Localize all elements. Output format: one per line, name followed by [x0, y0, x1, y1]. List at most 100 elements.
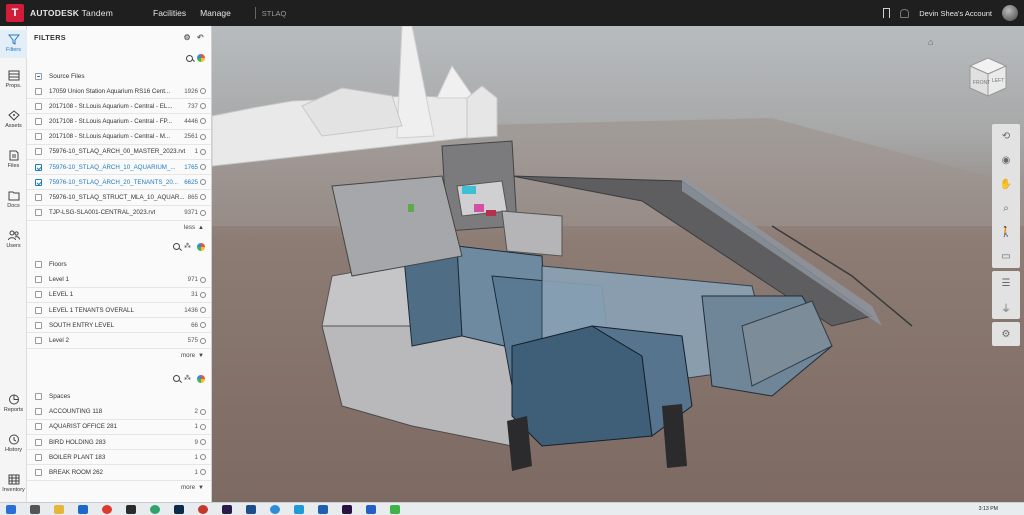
facility-name[interactable]: STLAQ	[262, 9, 287, 18]
item-checkbox[interactable]	[35, 276, 42, 284]
viewcube[interactable]: FRONT LEFT	[964, 54, 1012, 100]
floors-more-toggle[interactable]: more ▼	[27, 349, 211, 363]
rail-docs[interactable]: Docs	[0, 190, 27, 209]
nav-facilities[interactable]: Facilities	[153, 8, 186, 18]
level-icon[interactable]: ⏚	[993, 295, 1019, 319]
item-checkbox[interactable]	[35, 438, 42, 446]
rail-history[interactable]: History	[0, 434, 27, 453]
item-checkbox[interactable]	[35, 102, 42, 110]
visibility-toggle-icon[interactable]	[200, 322, 206, 329]
item-checkbox[interactable]	[35, 133, 42, 141]
bookmark-icon[interactable]	[883, 8, 891, 18]
floors-header[interactable]: Floors	[27, 257, 211, 273]
rail-props[interactable]: Props.	[0, 70, 27, 89]
model-viewport[interactable]: ⌂ FRONT LEFT ⟲ ◉ ✋ ⌕ 🚶 ▭ ☰ ⏚ ⚙	[212, 26, 1024, 502]
rail-inventory[interactable]: Inventory	[0, 474, 27, 493]
list-item[interactable]: 75976-10_STLAQ_ARCH_00_MASTER_2023.rvt 1	[27, 145, 211, 160]
list-item[interactable]: 75976-10_STLAQ_ARCH_10_AQUARIUM_... 1765	[27, 160, 211, 176]
visibility-toggle-icon[interactable]	[200, 439, 206, 446]
visibility-toggle-icon[interactable]	[200, 148, 206, 155]
visibility-toggle-icon[interactable]	[200, 408, 206, 415]
visibility-toggle-icon[interactable]	[200, 291, 206, 298]
item-checkbox[interactable]	[35, 468, 42, 476]
source-files-checkbox[interactable]	[35, 72, 42, 80]
look-icon[interactable]: ◉	[993, 148, 1019, 172]
item-checkbox[interactable]	[35, 306, 42, 314]
app-icon[interactable]	[150, 504, 160, 514]
visibility-toggle-icon[interactable]	[200, 469, 206, 476]
rail-assets[interactable]: Assets	[0, 110, 27, 129]
list-item[interactable]: LEVEL 1 31	[27, 288, 211, 304]
building-model[interactable]	[212, 26, 1024, 502]
item-checkbox[interactable]	[35, 209, 42, 217]
list-item[interactable]: 17059 Union Station Aquarium RS16 Cent..…	[27, 84, 211, 100]
outlook-icon[interactable]	[78, 504, 88, 514]
system-clock[interactable]: 3:13 PM	[979, 506, 998, 512]
tandem-logo[interactable]: T	[6, 4, 24, 22]
visibility-toggle-icon[interactable]	[200, 103, 206, 110]
source-files-less-toggle[interactable]: less ▲	[27, 221, 211, 235]
item-checkbox[interactable]	[35, 337, 42, 345]
list-item[interactable]: 75976-10_STLAQ_STRUCT_MLA_10_AQUAR... 865	[27, 190, 211, 206]
hierarchy-icon[interactable]: ⁂	[184, 375, 193, 383]
visibility-toggle-icon[interactable]	[200, 194, 206, 201]
spaces-more-toggle[interactable]: more ▼	[27, 481, 211, 495]
item-checkbox[interactable]	[35, 163, 42, 171]
list-item[interactable]: BIRD HOLDING 283 9	[27, 435, 211, 451]
item-checkbox[interactable]	[35, 291, 42, 299]
item-checkbox[interactable]	[35, 148, 42, 156]
edge-icon[interactable]	[270, 504, 280, 514]
file-explorer-icon[interactable]	[54, 504, 64, 514]
settings-icon[interactable]: ⚙	[993, 322, 1019, 346]
pan-icon[interactable]: ✋	[993, 172, 1019, 196]
word-icon[interactable]	[318, 504, 328, 514]
rail-filters[interactable]: Filters	[0, 30, 27, 58]
premiere-icon[interactable]	[222, 504, 232, 514]
list-item[interactable]: AQUARIST OFFICE 281 1	[27, 420, 211, 435]
list-item[interactable]: BREAK ROOM 262 1	[27, 465, 211, 481]
browser-icon[interactable]	[198, 504, 208, 514]
account-name[interactable]: Devin Shea's Account	[919, 9, 992, 18]
revit-icon[interactable]	[366, 504, 376, 514]
visibility-toggle-icon[interactable]	[200, 423, 206, 430]
list-item[interactable]: Level 1 971	[27, 273, 211, 288]
windows-start-icon[interactable]	[6, 504, 16, 514]
rail-users[interactable]: Users	[0, 230, 27, 249]
color-theme-icon[interactable]	[197, 374, 205, 383]
visibility-toggle-icon[interactable]	[200, 118, 206, 125]
chrome-icon[interactable]	[102, 504, 112, 514]
settings-icon[interactable]: ⚙	[184, 33, 191, 42]
notification-icon[interactable]	[900, 8, 910, 18]
list-item[interactable]: ACCOUNTING 118 2	[27, 405, 211, 420]
spaces-header[interactable]: Spaces	[27, 389, 211, 405]
photoshop-icon[interactable]	[174, 504, 184, 514]
task-view-icon[interactable]	[30, 504, 40, 514]
camera-icon[interactable]: ▭	[993, 244, 1019, 268]
app-icon[interactable]	[294, 504, 304, 514]
visibility-toggle-icon[interactable]	[200, 454, 206, 461]
rail-files[interactable]: Files	[0, 150, 27, 169]
hierarchy-icon[interactable]: ⁂	[184, 243, 193, 251]
floors-checkbox[interactable]	[35, 261, 42, 269]
item-checkbox[interactable]	[35, 408, 42, 416]
item-checkbox[interactable]	[35, 321, 42, 329]
visibility-toggle-icon[interactable]	[200, 179, 206, 186]
visibility-toggle-icon[interactable]	[200, 133, 206, 140]
search-icon[interactable]	[173, 243, 180, 251]
search-icon[interactable]	[186, 54, 193, 62]
rail-reports[interactable]: Reports	[0, 394, 27, 413]
item-checkbox[interactable]	[35, 117, 42, 125]
visibility-toggle-icon[interactable]	[200, 307, 206, 314]
list-item[interactable]: TJP-LSG-SLA001-CENTRAL_2023.rvt 9371	[27, 206, 211, 221]
walk-icon[interactable]: 🚶	[993, 220, 1019, 244]
avatar[interactable]	[1002, 5, 1018, 21]
nav-manage[interactable]: Manage	[200, 8, 231, 18]
item-checkbox[interactable]	[35, 423, 42, 431]
list-item[interactable]: SOUTH ENTRY LEVEL 66	[27, 318, 211, 334]
list-item[interactable]: 2017108 - St.Louis Aquarium - Central - …	[27, 99, 211, 115]
visibility-toggle-icon[interactable]	[200, 337, 206, 344]
visibility-toggle-icon[interactable]	[200, 88, 206, 95]
visibility-toggle-icon[interactable]	[200, 276, 206, 283]
visibility-toggle-icon[interactable]	[200, 209, 206, 216]
item-checkbox[interactable]	[35, 193, 42, 201]
